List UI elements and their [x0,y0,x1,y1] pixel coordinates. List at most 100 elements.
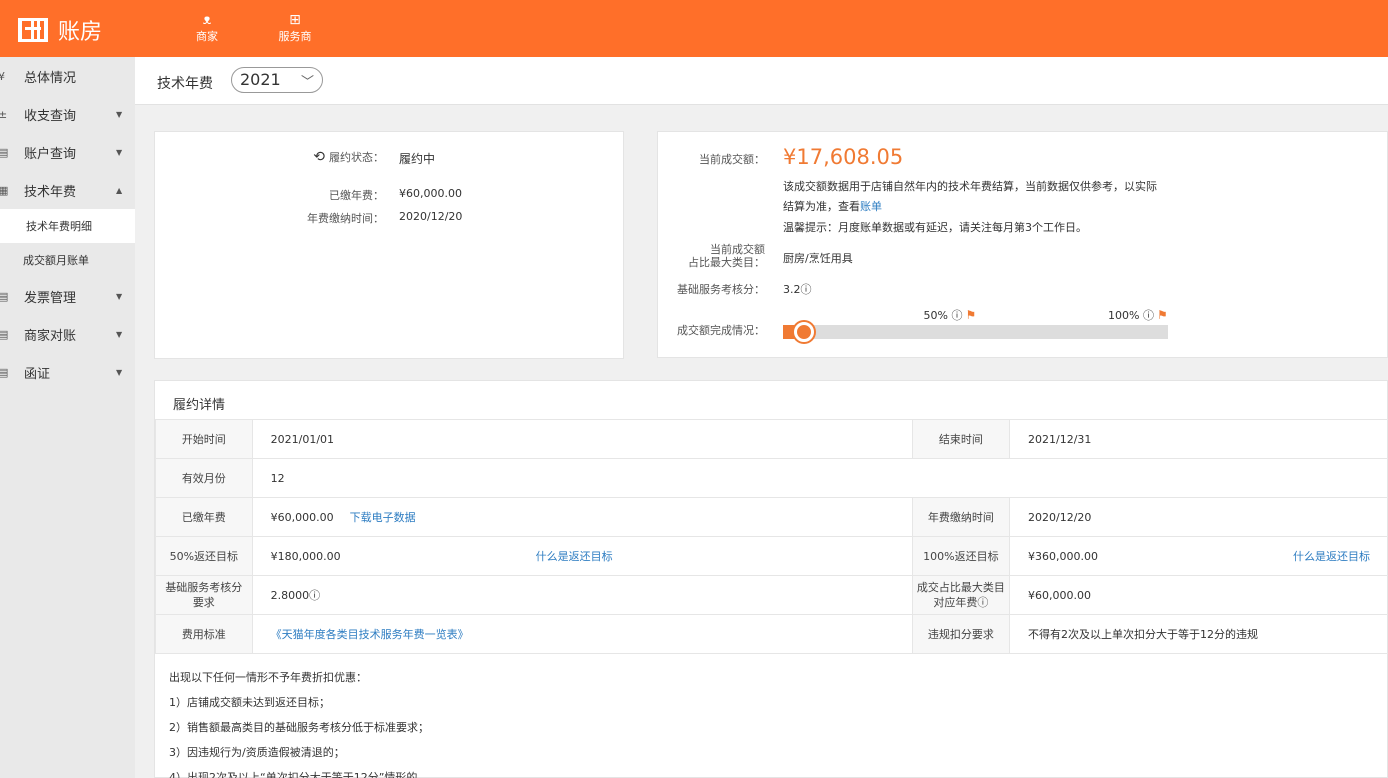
flag-icon: ⚑ [1156,308,1168,322]
grid-icon: ⊞ [289,12,301,28]
sales-note-2-text: 结算为准，查看 [783,200,860,213]
overview-icon: ¥ [0,69,5,83]
sales-progress-bar [783,322,1168,342]
chevron-up-icon: ▲ [116,185,123,195]
help-icon[interactable]: ⓘ [801,283,812,296]
status-card: ⟲ 履约状态： 履约中 已缴年费： ¥60,000.00 年费缴纳时间： 2020… [154,131,624,359]
target50-cell: ¥180,000.00 什么是返还目标 [251,536,913,576]
topnav-service-provider[interactable]: ⊞ 服务商 [253,12,337,44]
sales-note-3: 温馨提示：月度账单数据或有延迟，请关注每月第3个工作日。 [783,221,1087,234]
sidebar-subitem-monthly-bill[interactable]: 成交额月账单 [0,243,135,277]
cat-fee-label-text: 成交占比最大类目对应年费 [916,581,1005,609]
status-label-text: 履约状态： [329,151,384,164]
table-row: 已缴年费 ¥60,000.00 下载电子数据 年费缴纳时间 2020/12/20 [155,497,1388,537]
year-select[interactable]: 2021 ﹀ [231,67,323,93]
chevron-down-icon: ▼ [116,291,123,301]
sidebar-item-label: 收支查询 [24,108,77,124]
paid-fee-value: ¥60,000.00 [270,511,334,524]
paytime-value: 2020/12/20 [399,210,463,223]
penalty-value: 不得有2次及以上单次扣分大于等于12分的违规 [1009,614,1388,654]
category-value: 厨房/烹饪用具 [783,252,853,265]
penalty-label: 违规扣分要求 [911,614,1011,654]
app-logo[interactable]: 账房 [18,14,102,46]
sidebar-item-label: 总体情况 [24,70,77,86]
sidebar-item-letter[interactable]: ▤ 函证 ▼ [0,353,135,391]
account-icon: ▤ [0,145,9,159]
reconcile-icon: ▤ [0,327,9,341]
fee-icon: ▦ [0,183,9,197]
logo-text: 账房 [58,20,103,45]
target50-label: 50%返还目标 [155,536,253,576]
chevron-down-icon: ▼ [116,367,123,377]
sidebar-item-reconcile[interactable]: ▤ 商家对账 ▼ [0,315,135,353]
cat-fee-value: ¥60,000.00 [1009,575,1388,615]
what-is-target-link[interactable]: 什么是返还目标 [536,550,613,563]
sidebar-item-invoice[interactable]: ▤ 发票管理 ▼ [0,277,135,315]
progress-mark-100: 100% ⓘ ⚑ [1108,307,1168,323]
rules-line: 2）销售额最高类目的基础服务考核分低于标准要求； [169,721,429,734]
sidebar-item-income[interactable]: ± 收支查询 ▼ [0,95,135,133]
invoice-icon: ▤ [0,289,9,303]
topnav-merchant-label: 商家 [196,30,218,43]
fee-standard-link[interactable]: 《天猫年度各类目技术服务年费一览表》 [271,628,469,641]
sidebar-item-account[interactable]: ▤ 账户查询 ▼ [0,133,135,171]
current-sales-label: 当前成交额： [699,153,765,166]
rules-line: 3）因违规行为/资质造假被清退的； [169,746,345,759]
detail-table: 开始时间 2021/01/01 结束时间 2021/12/31 有效月份 12 … [155,419,1388,654]
category-label: 当前成交额 占比最大类目： [688,243,765,269]
start-time-label: 开始时间 [155,419,253,459]
pay-time-value: 2020/12/20 [1009,497,1388,537]
end-time-value: 2021/12/31 [1009,419,1388,459]
what-is-target-link[interactable]: 什么是返还目标 [1293,550,1370,563]
fulfillment-detail: 履约详情 开始时间 2021/01/01 结束时间 2021/12/31 有效月… [154,380,1388,778]
score-req-value: 2.8000 [270,589,310,602]
sidebar-item-label: 函证 [24,366,51,382]
top-nav: ᴥ 商家 ⊞ 服务商 [165,12,341,44]
page-header: 技术年费 2021 ﹀ [135,57,1388,105]
score-req-label: 基础服务考核分要求 [155,575,253,615]
pay-time-label: 年费缴纳时间 [911,497,1011,537]
abacus-icon [18,18,48,42]
chevron-down-icon: ▼ [116,329,123,339]
start-time-value: 2021/01/01 [251,419,913,459]
category-label-line1: 当前成交额 [710,243,765,256]
rules-line: 1）店铺成交额未达到返还目标； [169,696,330,709]
current-sales-amount: ¥17,608.05 [783,145,904,169]
sidebar-item-overview[interactable]: ¥ 总体情况 [0,57,135,95]
cat-fee-label: 成交占比最大类目对应年费ⓘ [911,575,1011,615]
sidebar-item-tech-fee[interactable]: ▦ 技术年费 ▲ [0,171,135,209]
person-icon: ᴥ [202,12,212,28]
paid-fee-cell: ¥60,000.00 下载电子数据 [251,497,913,537]
sidebar-subitem-tech-fee-detail[interactable]: 技术年费明细 [0,209,135,243]
status-value: 履约中 [399,152,436,166]
paid-label: 已缴年费： [329,189,384,202]
standard-label: 费用标准 [155,614,253,654]
paid-fee-label: 已缴年费 [155,497,253,537]
rules-line: 4）出现2次及以上“单次扣分大于等于12分”情形的。 [169,771,429,778]
progress-mark-100-label: 100% [1108,309,1140,322]
help-icon[interactable]: ⓘ [309,589,320,602]
topnav-merchant[interactable]: ᴥ 商家 [165,12,249,44]
paid-value: ¥60,000.00 [399,187,462,200]
flag-icon: ⚑ [965,308,977,322]
months-value: 12 [251,458,1388,498]
end-time-label: 结束时间 [911,419,1011,459]
table-row: 费用标准 《天猫年度各类目技术服务年费一览表》 违规扣分要求 不得有2次及以上单… [155,614,1388,654]
help-icon[interactable]: ⓘ [1143,309,1154,322]
help-icon[interactable]: ⓘ [977,596,988,609]
progress-mark-50: 50% ⓘ ⚑ [924,307,977,323]
score-value-wrap: 3.2ⓘ [783,281,812,297]
discount-rules: 出现以下任何一情形不予年费折扣优惠： 1）店铺成交额未达到返还目标； 2）销售额… [169,669,429,778]
score-label: 基础服务考核分： [677,283,765,296]
download-data-link[interactable]: 下载电子数据 [350,511,416,524]
paytime-label: 年费缴纳时间： [307,212,384,225]
income-icon: ± [0,107,8,121]
history-icon: ⟲ [313,149,325,165]
help-icon[interactable]: ⓘ [951,309,962,322]
bill-link[interactable]: 账单 [860,200,882,213]
year-select-value: 2021 [240,70,281,89]
table-row: 有效月份 12 [155,458,1388,498]
sidebar: ¥ 总体情况 ± 收支查询 ▼ ▤ 账户查询 ▼ ▦ 技术年费 ▲ 技术年费明细… [0,57,135,778]
score-value: 3.2 [783,283,801,296]
category-label-line2: 占比最大类目： [688,256,765,269]
